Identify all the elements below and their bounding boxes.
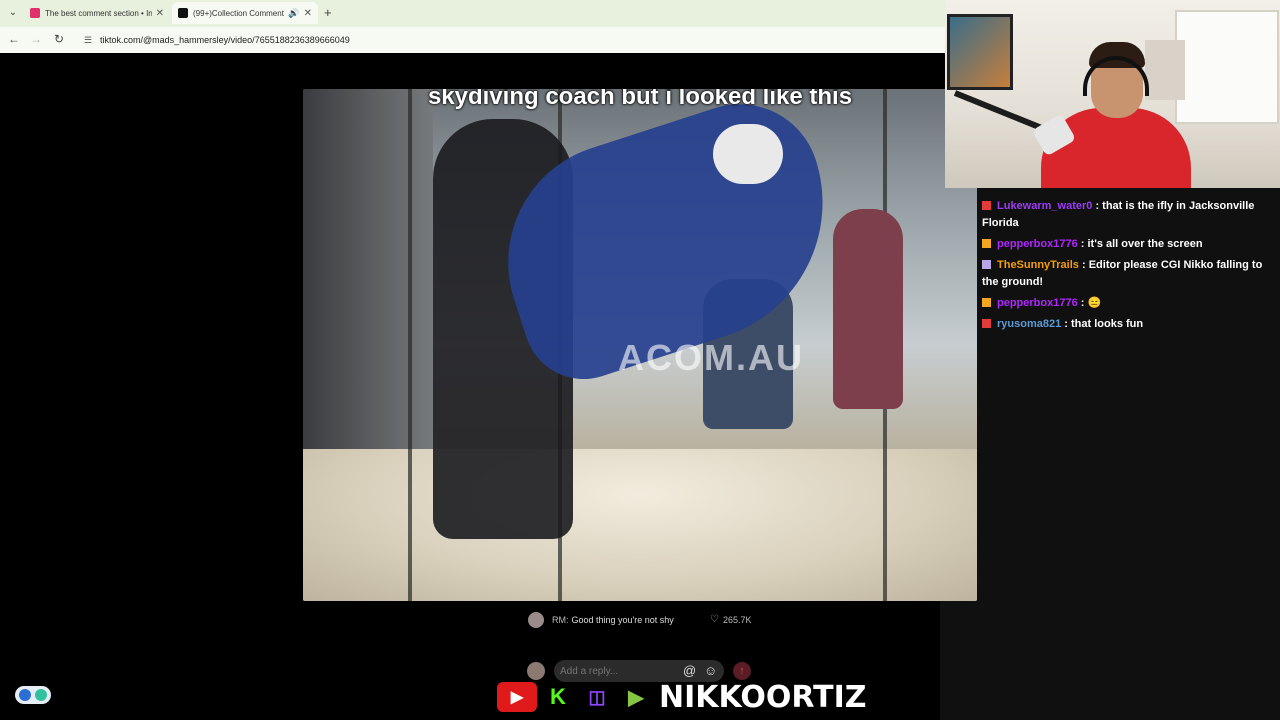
site-info-icon[interactable]: ☰ — [82, 34, 94, 46]
chat-separator: : — [1061, 318, 1071, 330]
comment-username[interactable]: RM: — [552, 615, 569, 625]
chat-username: pepperbox1776 — [997, 297, 1078, 309]
comment-item: RM: Good thing you're not shy — [528, 612, 674, 628]
tab-title: (99+)Collection Comment s — [193, 8, 286, 18]
tab-title: The best comment section • Ins — [45, 8, 152, 18]
video-scene-spectator — [833, 209, 903, 409]
close-icon[interactable]: ✕ — [156, 8, 164, 19]
webcam-painting — [947, 14, 1013, 90]
chat-username: ryusoma821 — [997, 318, 1062, 330]
badge-icon — [982, 239, 991, 248]
tab-instagram[interactable]: The best comment section • Ins ✕ — [24, 2, 170, 24]
chat-username: Lukewarm_water0 — [997, 200, 1093, 212]
address-bar[interactable]: ☰ tiktok.com/@mads_hammersley/video/7655… — [78, 31, 938, 49]
extension-icon — [19, 689, 31, 701]
rumble-icon: ▶ — [618, 682, 654, 712]
chat-separator: : — [1078, 259, 1089, 271]
comment-text: Good thing you're not shy — [571, 615, 674, 625]
video-scene-floor — [303, 449, 977, 601]
tab-tiktok[interactable]: (99+)Collection Comment s 🔊 ✕ — [172, 2, 318, 24]
reload-button[interactable]: ↻ — [51, 31, 67, 47]
kick-icon: K — [540, 682, 576, 712]
browser-chrome: ⌄ The best comment section • Ins ✕ (99+)… — [0, 0, 945, 53]
forward-button[interactable]: → — [28, 31, 44, 47]
url-text: tiktok.com/@mads_hammersley/video/765518… — [100, 35, 350, 45]
badge-icon — [982, 201, 991, 210]
back-button[interactable]: ← — [6, 31, 22, 47]
chat-text: it's all over the screen — [1087, 238, 1203, 250]
instagram-icon — [30, 8, 40, 18]
avatar — [527, 662, 545, 680]
badge-icon — [982, 319, 991, 328]
like-count[interactable]: ♡ 265.7K — [710, 614, 752, 625]
mention-icon[interactable]: @ — [683, 663, 696, 678]
likes-value: 265.7K — [722, 614, 752, 625]
emoji-icon[interactable]: ☺ — [704, 663, 717, 678]
chat-message: pepperbox1776 : 😑 — [977, 295, 1277, 312]
tab-search-icon[interactable]: ⌄ — [6, 6, 20, 20]
webcam-shelf — [1145, 40, 1185, 100]
chat-message-partial — [977, 188, 1277, 192]
chat-username: TheSunnyTrails — [997, 259, 1079, 271]
video-player[interactable]: ACOM.AU skydiving coach but i looked lik… — [303, 89, 977, 601]
video-scene-glass — [408, 89, 412, 601]
badge-icon — [982, 260, 991, 269]
new-tab-button[interactable]: + — [324, 5, 332, 20]
chat-message: Lukewarm_water0 : that is the ifly in Ja… — [977, 198, 1277, 232]
chat-message: pepperbox1776 : it's all over the screen — [977, 236, 1277, 253]
avatar[interactable] — [528, 612, 544, 628]
chat-overlay: Lukewarm_water0 : that is the ifly in Ja… — [977, 188, 1277, 348]
browser-toolbar: ← → ↻ ☰ tiktok.com/@mads_hammersley/vide… — [0, 27, 945, 53]
badge-icon — [982, 298, 991, 307]
speaker-icon[interactable]: 🔊 — [288, 8, 299, 19]
chat-username: pepperbox1776 — [997, 238, 1078, 250]
extension-badge[interactable] — [15, 686, 51, 704]
webcam-window — [1175, 10, 1279, 124]
twitch-icon: ◫ — [579, 682, 615, 712]
chat-message: TheSunnyTrails : Editor please CGI Nikko… — [977, 257, 1277, 291]
tiktok-icon — [178, 8, 188, 18]
close-icon[interactable]: ✕ — [304, 8, 312, 19]
youtube-icon: ▶ — [497, 682, 537, 712]
chat-message: ryusoma821 : that looks fun — [977, 316, 1277, 333]
video-scene-helmet — [713, 124, 783, 184]
chat-text: that looks fun — [1071, 318, 1144, 330]
extension-icon — [35, 689, 47, 701]
chat-emoji: 😑 — [1087, 297, 1102, 309]
send-button[interactable]: ↑ — [733, 662, 751, 680]
heart-icon[interactable]: ♡ — [710, 614, 719, 625]
webcam-overlay — [945, 0, 1280, 188]
video-caption: skydiving coach but i looked like this — [427, 89, 853, 110]
tab-strip: ⌄ The best comment section • Ins ✕ (99+)… — [0, 0, 945, 26]
social-links-bar: ▶ K ◫ ▶ NIKKOORTIZ — [497, 679, 867, 715]
chat-separator: : — [1092, 200, 1103, 212]
streamer-name: NIKKOORTIZ — [659, 679, 867, 715]
video-watermark: ACOM.AU — [618, 337, 804, 378]
